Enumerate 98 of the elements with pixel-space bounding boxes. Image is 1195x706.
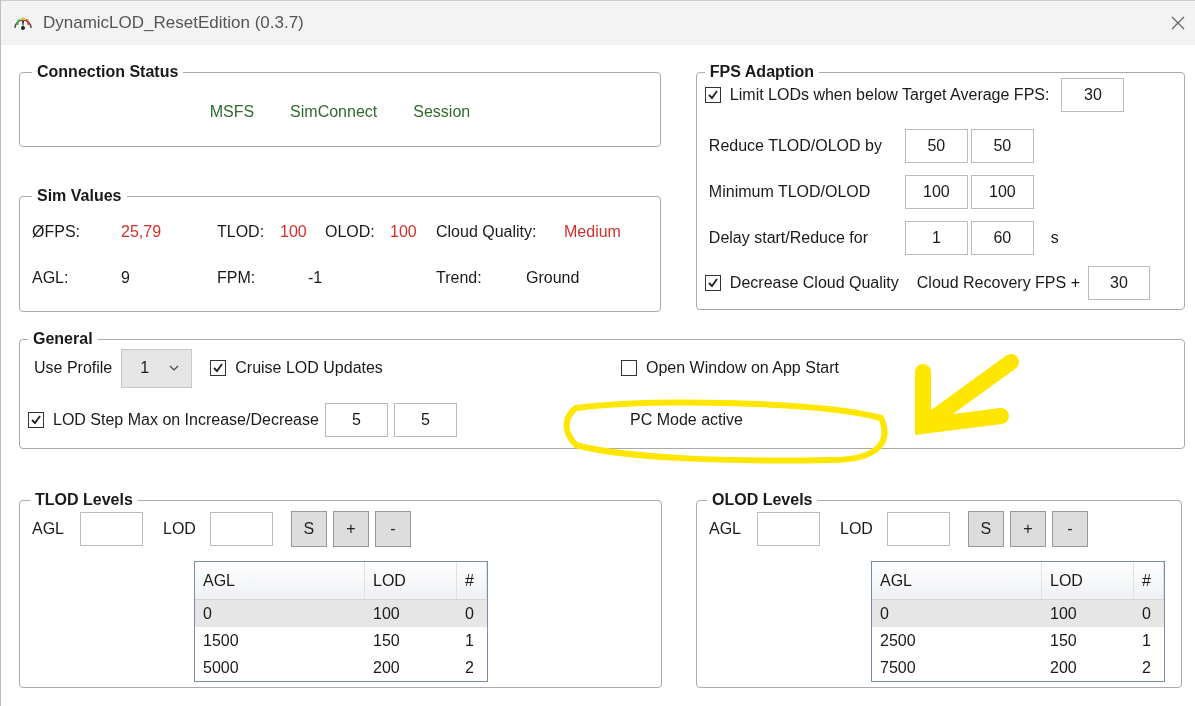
value-label: OLOD: — [325, 223, 376, 241]
field-label: Reduce TLOD/OLOD by — [708, 137, 883, 155]
group-title: FPS Adaption — [708, 63, 816, 81]
field-label: AGL — [32, 520, 64, 538]
value-label: TLOD: — [217, 223, 266, 241]
table-cell-text: 2500 — [879, 631, 917, 650]
input-field[interactable]: 100 — [904, 175, 968, 209]
checkbox[interactable] — [210, 360, 227, 376]
input-field[interactable] — [80, 512, 143, 546]
table-cell-text: 0 — [464, 604, 475, 623]
table-cell-text: 1 — [464, 631, 475, 650]
input-field[interactable]: 30 — [1088, 266, 1150, 300]
field-label: LOD — [163, 520, 196, 538]
table-row[interactable]: 0 100 0 — [195, 600, 487, 627]
value-label: AGL: — [32, 269, 70, 287]
status-label: SimConnect — [290, 103, 378, 121]
value-label: ØFPS: — [32, 223, 81, 241]
group-title: OLOD Levels — [711, 491, 814, 509]
input-field[interactable] — [757, 512, 820, 546]
table-cell-text: 150 — [372, 631, 401, 650]
value-text: 9 — [121, 269, 130, 287]
group-title: Connection Status — [36, 63, 180, 81]
checkbox-label: LOD Step Max on Increase/Decrease — [53, 411, 319, 429]
checkbox[interactable] — [704, 87, 721, 103]
input-field[interactable]: 5 — [393, 403, 457, 437]
table-cell-text: 200 — [1049, 658, 1078, 677]
status-text: PC Mode active — [630, 411, 743, 429]
level-button[interactable]: + — [332, 511, 369, 547]
group-title: General — [32, 330, 94, 348]
level-button[interactable]: + — [1009, 511, 1046, 547]
table-cell-text: 0 — [202, 604, 213, 623]
table-cell-text: 2 — [1141, 658, 1152, 677]
value-text: 25,79 — [121, 223, 162, 241]
table-cell-text: 1500 — [202, 631, 240, 650]
checkbox-label: Decrease Cloud Quality — [729, 274, 899, 292]
table-row[interactable]: 0 100 0 — [872, 600, 1164, 627]
table-cell-text: 2 — [464, 658, 475, 677]
column-header[interactable]: # — [1134, 562, 1164, 599]
field-label: Delay start/Reduce for — [708, 229, 870, 247]
table-cell-text: 100 — [372, 604, 401, 623]
input-field[interactable]: 50 — [904, 129, 968, 163]
table-cell-text: 5000 — [202, 658, 240, 677]
value-label: Trend: — [436, 269, 483, 287]
input-field[interactable]: 60 — [970, 221, 1034, 255]
status-label: Session — [413, 103, 471, 121]
window-title: DynamicLOD_ResetEdition (0.3.7) — [43, 13, 305, 33]
level-button[interactable]: S — [290, 511, 327, 547]
table-cell-text: 200 — [372, 658, 401, 677]
field-label: LOD — [840, 520, 873, 538]
field-label: Use Profile — [34, 359, 113, 377]
input-field[interactable]: 50 — [970, 129, 1034, 163]
table-cell-text: 100 — [1049, 604, 1078, 623]
input-field[interactable]: 100 — [970, 175, 1034, 209]
table-row[interactable]: 2500 150 1 — [872, 627, 1164, 654]
input-field[interactable]: 1 — [904, 221, 968, 255]
group-title: Sim Values — [36, 187, 123, 205]
caret-icon — [169, 365, 180, 371]
table-row[interactable]: 7500 200 2 — [872, 654, 1164, 681]
field-label: Cloud Recovery FPS + — [916, 274, 1080, 292]
group-title: TLOD Levels — [34, 491, 134, 509]
column-header[interactable]: AGL — [872, 562, 1042, 599]
profile-dropdown[interactable]: 1 — [121, 348, 193, 388]
checkbox-label: Limit LODs when below Target Average FPS: — [729, 86, 1050, 104]
input-field[interactable]: 5 — [324, 403, 388, 437]
value-text: Medium — [564, 223, 621, 241]
table-cell-text: 0 — [1141, 604, 1152, 623]
checkbox[interactable] — [704, 275, 721, 291]
checkbox-label: Cruise LOD Updates — [235, 359, 383, 377]
level-button[interactable]: - — [374, 511, 411, 547]
value-text: 100 — [280, 223, 307, 241]
input-field[interactable] — [886, 512, 950, 546]
table-cell-text: 150 — [1049, 631, 1078, 650]
unit-label: s — [1050, 229, 1059, 247]
input-field[interactable]: 30 — [1061, 78, 1125, 112]
close-icon[interactable] — [1171, 16, 1185, 30]
checkbox-label: Open Window on App Start — [646, 359, 839, 377]
value-label: FPM: — [217, 269, 257, 287]
field-label: AGL — [709, 520, 741, 538]
table-row[interactable]: 5000 200 2 — [195, 654, 487, 681]
table-row[interactable]: 1500 150 1 — [195, 627, 487, 654]
value-text: -1 — [308, 269, 323, 287]
status-label: MSFS — [209, 103, 255, 121]
value-label: Cloud Quality: — [436, 223, 538, 241]
input-field[interactable] — [209, 512, 273, 546]
level-button[interactable]: S — [967, 511, 1004, 547]
table-cell-text: 7500 — [879, 658, 917, 677]
table-cell-text: 0 — [879, 604, 890, 623]
table-cell-text: 1 — [1141, 631, 1152, 650]
column-header[interactable]: AGL — [195, 562, 365, 599]
column-header[interactable]: LOD — [365, 562, 457, 599]
column-header[interactable]: LOD — [1042, 562, 1134, 599]
value-text: 100 — [390, 223, 417, 241]
level-button[interactable]: - — [1051, 511, 1088, 547]
value-text: Ground — [526, 269, 580, 287]
checkbox[interactable] — [28, 412, 44, 428]
field-label: Minimum TLOD/OLOD — [708, 183, 872, 201]
checkbox[interactable] — [621, 360, 637, 376]
column-header[interactable]: # — [457, 562, 487, 599]
